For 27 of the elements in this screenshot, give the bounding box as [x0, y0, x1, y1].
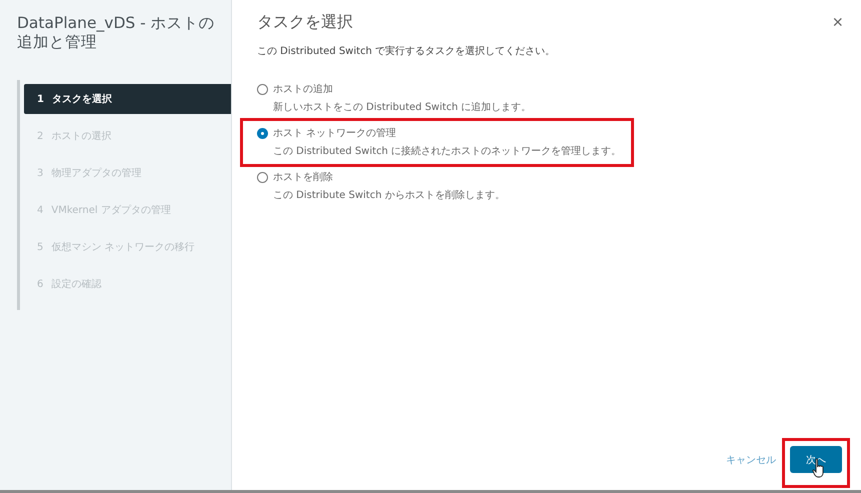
- step-label: VMkernel アダプタの管理: [51, 204, 171, 217]
- close-button[interactable]: ×: [828, 12, 847, 33]
- radio-button[interactable]: [257, 128, 268, 138]
- step-label: 設定の確認: [51, 278, 102, 291]
- wizard-title: DataPlane_vDS - ホストの追加と管理: [17, 14, 216, 52]
- step-label: 仮想マシン ネットワークの移行: [51, 240, 195, 254]
- step-label: 物理アダプタの管理: [51, 166, 142, 180]
- radio-button[interactable]: [257, 172, 268, 182]
- step-label: タスクを選択: [52, 92, 112, 106]
- option-label[interactable]: ホストを削除: [273, 170, 333, 184]
- step-number: 2: [37, 130, 44, 142]
- step-number: 4: [37, 204, 44, 216]
- step-number: 6: [37, 278, 44, 290]
- wizard-step[interactable]: 1 タスクを選択: [24, 84, 231, 114]
- cancel-button[interactable]: キャンセル: [720, 452, 782, 468]
- option-description: この Distributed Switch に接続されたホストのネットワークを管理します。: [272, 144, 622, 158]
- step-number: 5: [37, 242, 44, 252]
- step-number: 1: [37, 94, 44, 104]
- radio-button[interactable]: [257, 84, 268, 94]
- page-description: この Distributed Switch で実行するタスクを選択してください。: [257, 44, 556, 58]
- option-description: 新しいホストをこの Distributed Switch に追加します。: [272, 100, 532, 114]
- step-number: 3: [37, 168, 44, 178]
- option-description: この Distribute Switch からホストを削除します。: [272, 188, 505, 202]
- option-label[interactable]: ホスト ネットワークの管理: [273, 126, 396, 140]
- option-label[interactable]: ホストの追加: [273, 82, 333, 96]
- page-title: タスクを選択: [257, 12, 353, 33]
- step-label: ホストの選択: [51, 130, 112, 143]
